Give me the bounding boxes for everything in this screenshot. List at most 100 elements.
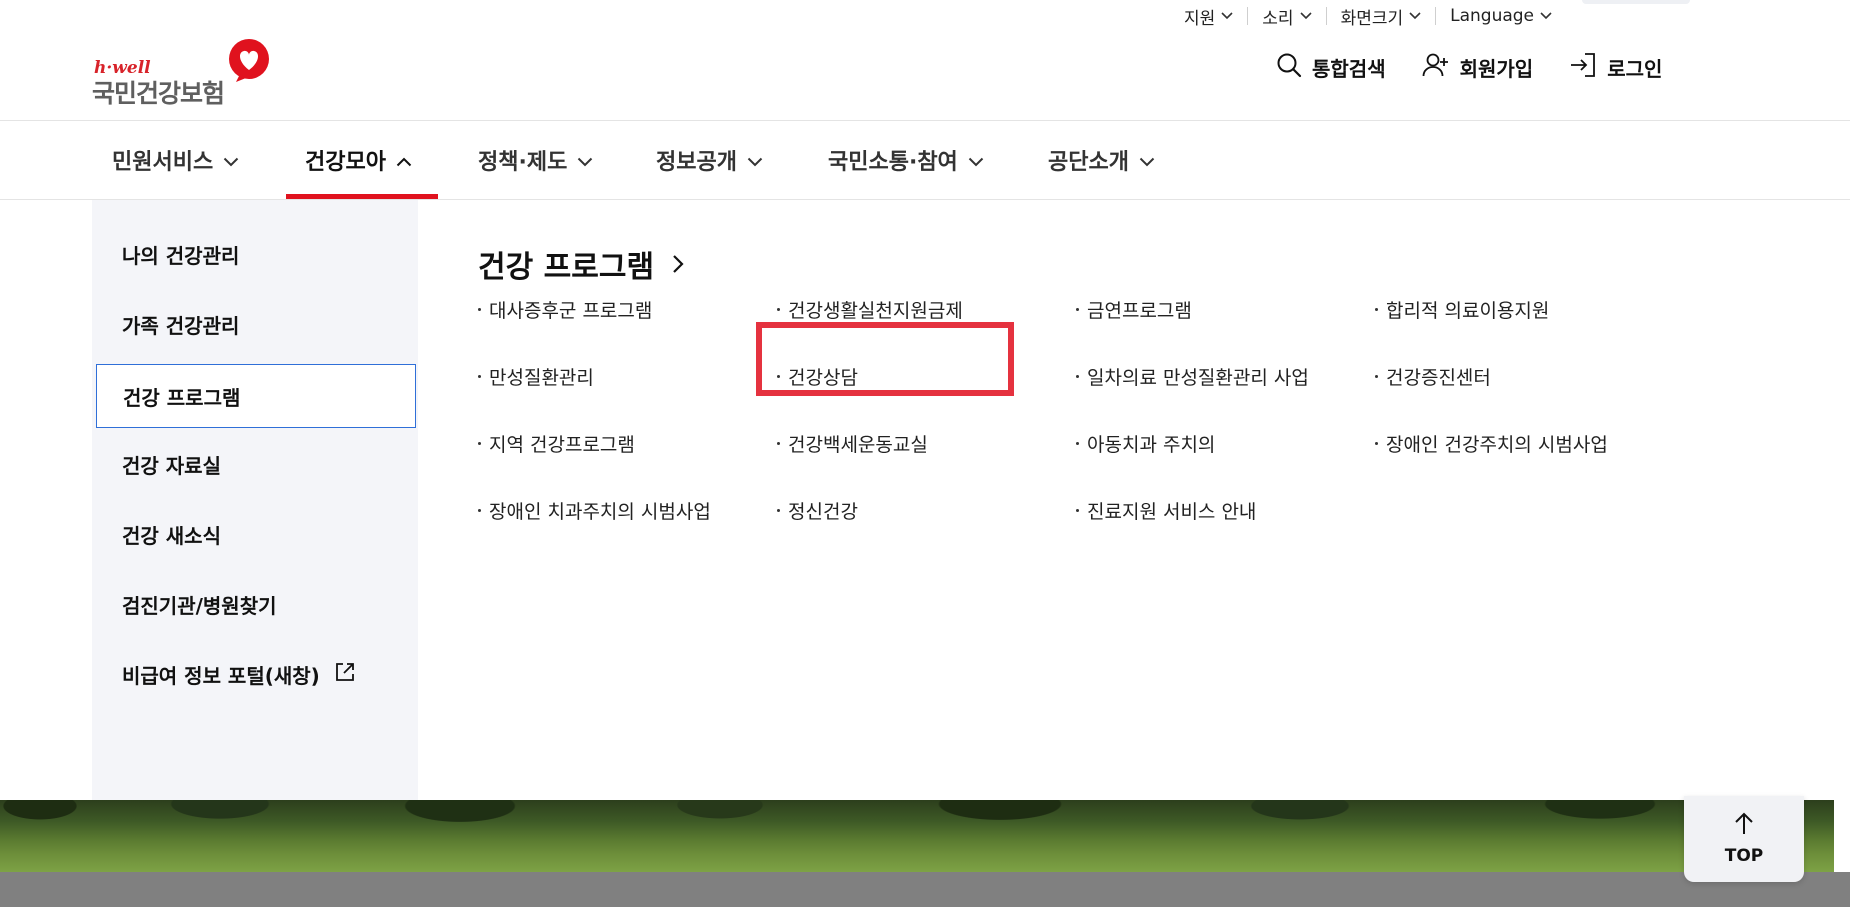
side-item-label: 건강 자료실 — [122, 453, 221, 478]
program-link[interactable]: 장애인 건강주치의 시범사업 — [1375, 430, 1608, 457]
chevron-down-icon — [223, 148, 239, 173]
program-link-label: 합리적 의료이용지원 — [1386, 300, 1550, 322]
external-link-icon — [334, 661, 356, 688]
program-link-label: 건강생활실천지원금제 — [788, 300, 963, 322]
side-item-my-health[interactable]: 나의 건강관리 — [92, 222, 414, 286]
utility-support-label: 지원 — [1184, 8, 1216, 29]
program-link[interactable]: 일차의료 만성질환관리 사업 — [1076, 363, 1309, 390]
program-link-label: 건강상담 — [788, 367, 858, 389]
scroll-top-button[interactable]: TOP — [1684, 796, 1804, 882]
utility-menu: 지원 소리 화면크기 Language — [1184, 4, 1566, 29]
bullet-dot — [478, 442, 481, 445]
utility-bar: 지원 소리 화면크기 Language — [0, 0, 1850, 34]
search-icon — [1276, 52, 1302, 83]
chevron-down-icon — [747, 148, 763, 173]
search-button[interactable]: 통합검색 — [1276, 52, 1386, 83]
login-button[interactable]: 로그인 — [1569, 52, 1662, 83]
program-link[interactable]: 합리적 의료이용지원 — [1375, 296, 1549, 323]
main-navigation: 민원서비스 건강모아 정책·제도 정보공개 국민소통·참여 공단소개 — [0, 120, 1850, 200]
gnb-label: 민원서비스 — [112, 150, 214, 175]
utility-tab — [1582, 0, 1690, 4]
program-link[interactable]: 건강증진센터 — [1375, 363, 1491, 390]
login-label: 로그인 — [1607, 57, 1663, 81]
side-item-label: 건강 프로그램 — [123, 385, 241, 410]
utility-support[interactable]: 지원 — [1184, 4, 1247, 29]
photo-trees — [0, 800, 1834, 828]
signup-label: 회원가입 — [1459, 57, 1534, 81]
chevron-down-icon — [1221, 12, 1233, 20]
bottom-overlay — [0, 872, 1850, 907]
program-link-label: 만성질환관리 — [489, 367, 594, 389]
side-item-label: 가족 건강관리 — [122, 313, 240, 338]
bullet-dot — [1375, 308, 1378, 311]
background-photo — [0, 800, 1834, 872]
logo[interactable]: h·well 국민건강보험 — [92, 38, 282, 108]
side-item-health-program[interactable]: 건강 프로그램 — [96, 364, 416, 428]
bullet-dot — [1375, 375, 1378, 378]
arrow-up-icon — [1733, 812, 1755, 840]
side-item-health-news[interactable]: 건강 새소식 — [92, 502, 414, 566]
user-add-icon — [1422, 52, 1450, 83]
side-menu: 나의 건강관리 가족 건강관리 건강 프로그램 건강 자료실 건강 새소식 검진… — [92, 200, 418, 800]
program-link-label: 건강백세운동교실 — [788, 434, 928, 456]
gnb-health-moa[interactable]: 건강모아 — [305, 120, 412, 200]
program-link[interactable]: 아동치과 주치의 — [1076, 430, 1215, 457]
top-label: TOP — [1724, 846, 1764, 866]
utility-language-label: Language — [1450, 6, 1535, 26]
program-link[interactable]: 정신건강 — [777, 497, 858, 524]
signup-button[interactable]: 회원가입 — [1422, 52, 1534, 83]
bullet-dot — [478, 308, 481, 311]
content-title-link[interactable]: 건강 프로그램 — [478, 242, 684, 286]
chevron-down-icon — [1409, 12, 1421, 20]
side-item-health-library[interactable]: 건강 자료실 — [92, 432, 414, 496]
gnb-label: 공단소개 — [1048, 150, 1129, 175]
gnb-label: 정책·제도 — [478, 150, 568, 175]
login-icon — [1569, 52, 1597, 83]
gnb-communication[interactable]: 국민소통·참여 — [828, 120, 984, 200]
program-link-label: 진료지원 서비스 안내 — [1087, 501, 1257, 523]
bullet-dot — [777, 375, 780, 378]
side-item-label: 나의 건강관리 — [122, 243, 240, 268]
utility-sound-label: 소리 — [1262, 8, 1294, 29]
program-link-highlighted[interactable]: 건강생활실천지원금제 — [777, 296, 963, 323]
chevron-down-icon — [1139, 148, 1155, 173]
side-item-label: 비급여 정보 포털(새창) — [122, 663, 320, 688]
side-item-label: 건강 새소식 — [122, 523, 221, 548]
heart-logo-icon — [226, 38, 272, 88]
utility-font-size[interactable]: 화면크기 — [1327, 4, 1436, 29]
side-item-find-hospital[interactable]: 검진기관/병원찾기 — [92, 572, 414, 636]
program-link[interactable]: 건강상담 — [777, 363, 858, 390]
chevron-down-icon — [1540, 12, 1552, 20]
program-link[interactable]: 진료지원 서비스 안내 — [1076, 497, 1256, 524]
utility-sound[interactable]: 소리 — [1248, 4, 1325, 29]
side-item-family-health[interactable]: 가족 건강관리 — [92, 292, 414, 356]
bullet-dot — [777, 442, 780, 445]
gnb-label: 정보공개 — [656, 150, 737, 175]
gnb-about[interactable]: 공단소개 — [1048, 120, 1155, 200]
bullet-dot — [478, 375, 481, 378]
chevron-right-icon — [672, 247, 684, 282]
program-link-label: 건강증진센터 — [1386, 367, 1491, 389]
gnb-civil-service[interactable]: 민원서비스 — [112, 120, 239, 200]
program-link[interactable]: 건강백세운동교실 — [777, 430, 928, 457]
program-link[interactable]: 대사증후군 프로그램 — [478, 296, 652, 323]
utility-language[interactable]: Language — [1436, 4, 1566, 28]
side-item-non-covered-portal[interactable]: 비급여 정보 포털(새창) — [92, 642, 414, 706]
program-link[interactable]: 만성질환관리 — [478, 363, 594, 390]
chevron-down-icon — [577, 148, 593, 173]
bullet-dot — [1076, 509, 1079, 512]
program-link[interactable]: 지역 건강프로그램 — [478, 430, 635, 457]
program-link-label: 아동치과 주치의 — [1087, 434, 1216, 456]
program-link-label: 금연프로그램 — [1087, 300, 1192, 322]
program-link-label: 장애인 치과주치의 시범사업 — [489, 501, 711, 523]
program-link[interactable]: 금연프로그램 — [1076, 296, 1192, 323]
bullet-dot — [478, 509, 481, 512]
program-link[interactable]: 장애인 치과주치의 시범사업 — [478, 497, 711, 524]
program-link-label: 장애인 건강주치의 시범사업 — [1386, 434, 1608, 456]
utility-font-size-label: 화면크기 — [1340, 8, 1404, 29]
gnb-info-disclosure[interactable]: 정보공개 — [656, 120, 763, 200]
chevron-down-icon — [1299, 12, 1312, 20]
gnb-policy[interactable]: 정책·제도 — [478, 120, 593, 200]
side-item-label: 검진기관/병원찾기 — [122, 593, 277, 618]
gnb-label: 국민소통·참여 — [828, 150, 958, 175]
